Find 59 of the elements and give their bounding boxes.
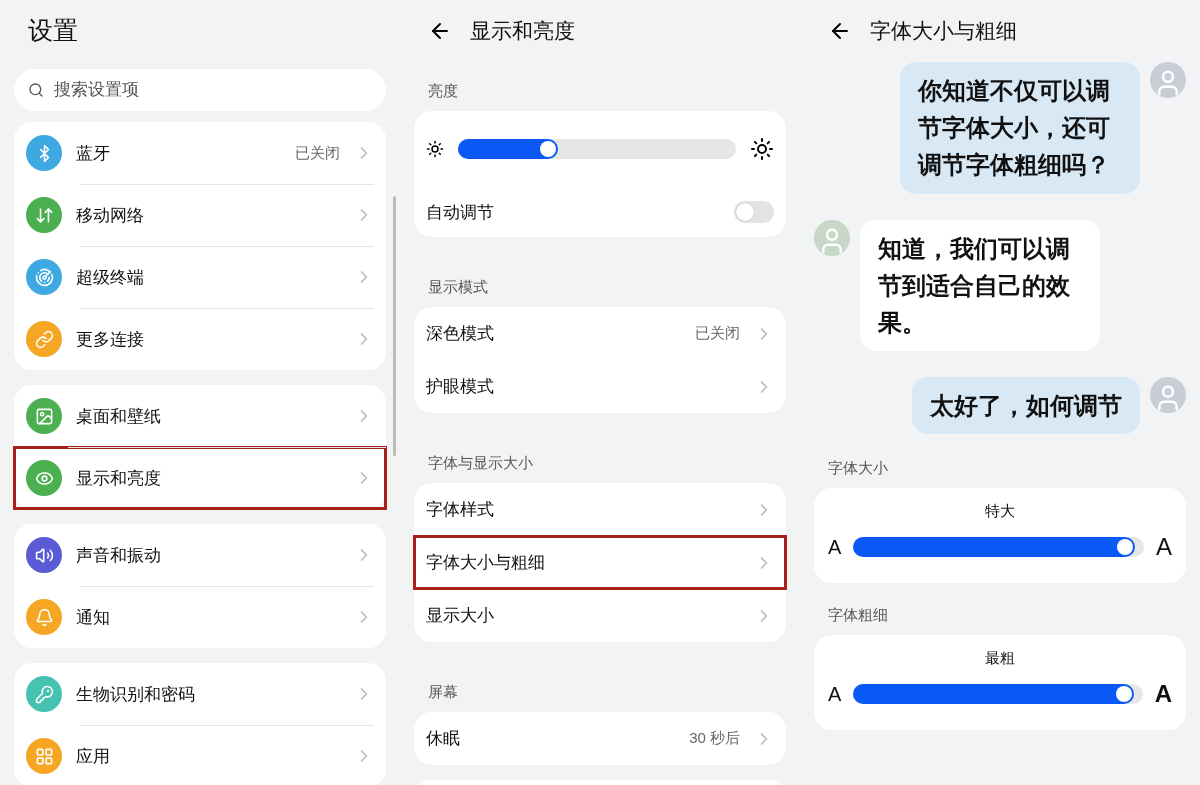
settings-item[interactable]: 深色模式 已关闭 [426, 307, 774, 360]
page-title: 字体大小与粗细 [870, 18, 1017, 44]
chat-bubble: 你知道不仅可以调节字体大小，还可调节字体粗细吗？ [900, 62, 1140, 194]
settings-item[interactable]: 字体样式 [426, 483, 774, 536]
chat-bubble: 知道，我们可以调节到适合自己的效果。 [860, 219, 1100, 352]
setting-icon [26, 321, 62, 357]
settings-item[interactable]: 蓝牙 已关闭 [26, 122, 374, 184]
large-a-label: A [1154, 680, 1172, 708]
toggle-switch[interactable] [734, 201, 774, 223]
setting-icon [26, 599, 62, 635]
setting-icon [26, 197, 62, 233]
setting-icon [26, 537, 62, 573]
status-text: 已关闭 [295, 143, 340, 163]
settings-item[interactable]: 护眼模式 [426, 360, 774, 413]
setting-label: 自动调节 [426, 201, 495, 224]
chat-bubble: 太好了，如何调节 [912, 377, 1140, 435]
small-a-label: A [828, 535, 842, 559]
avatar-icon [814, 219, 850, 256]
settings-item[interactable]: 超级终端 [26, 246, 374, 308]
setting-icon [26, 135, 62, 171]
large-a-label: A [1156, 533, 1172, 561]
settings-item[interactable]: 显示和亮度 [14, 447, 386, 509]
search-input[interactable]: 搜索设置项 [52, 79, 372, 101]
slider-reading: 最粗 [984, 649, 1016, 668]
setting-icon [26, 398, 62, 434]
settings-item[interactable]: 声音和振动 [26, 524, 374, 586]
setting-icon [26, 738, 62, 774]
setting-icon [26, 676, 62, 712]
settings-item[interactable]: 桌面和壁纸 [26, 385, 374, 447]
section-heading: 显示模式 [428, 278, 489, 297]
page-title: 显示和亮度 [470, 18, 575, 44]
sun-icon [426, 140, 444, 158]
avatar-icon [1150, 62, 1186, 98]
avatar-icon [1150, 377, 1186, 414]
status-text: 已关闭 [695, 324, 740, 343]
settings-item[interactable]: 应用 [26, 725, 374, 785]
brightness-track[interactable] [458, 139, 736, 159]
sun-icon [750, 137, 774, 161]
search-field[interactable]: 搜索设置项 [14, 69, 386, 111]
settings-item[interactable]: 更多连接 [26, 308, 374, 370]
section-heading: 亮度 [428, 82, 459, 101]
slider-reading: 特大 [984, 502, 1016, 521]
settings-item[interactable]: 休眠 30 秒后 [426, 712, 774, 765]
settings-item[interactable]: 通知 [26, 586, 374, 648]
settings-item[interactable]: 生物识别和密码 [26, 663, 374, 725]
settings-item[interactable]: 字体大小与粗细 [414, 536, 786, 589]
page-title: 设置 [28, 15, 79, 46]
section-heading: 字体与显示大小 [428, 454, 534, 473]
status-text: 30 秒后 [689, 729, 740, 748]
settings-item[interactable]: 移动网络 [26, 184, 374, 246]
setting-icon [26, 460, 62, 496]
small-a-label: A [828, 682, 842, 706]
search-icon [28, 82, 44, 98]
setting-icon [26, 259, 62, 295]
brightness-fill[interactable] [458, 139, 559, 159]
section-heading: 屏幕 [428, 683, 459, 702]
settings-item[interactable]: 显示大小 [426, 589, 774, 642]
section-heading: 字体粗细 [828, 606, 889, 625]
section-heading: 字体大小 [828, 459, 889, 478]
